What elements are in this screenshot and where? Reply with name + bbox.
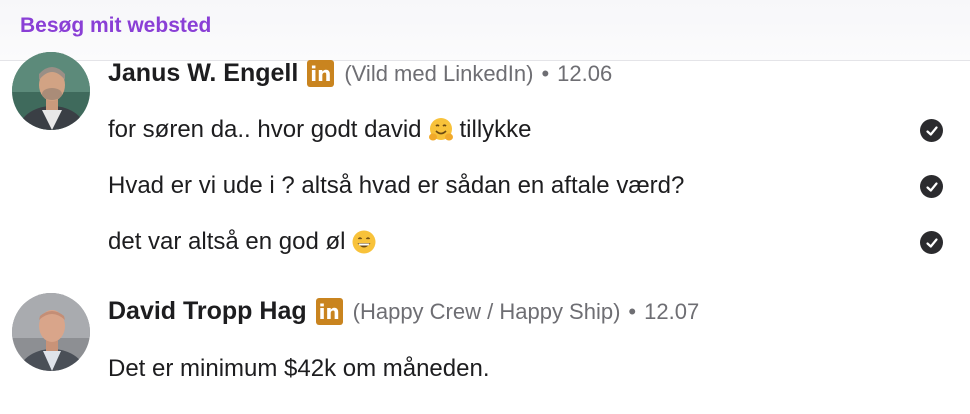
linkedin-icon[interactable]: in [307, 60, 335, 87]
message-text: Det er minimum $42k om måneden. [108, 355, 490, 382]
message-header-david: David Tropp Hag in (Happy Crew / Happy S… [108, 297, 699, 326]
avatar-janus[interactable] [12, 52, 90, 130]
sender-affiliation: (Vild med LinkedIn) [344, 60, 534, 86]
message-text-after: tillykke [459, 116, 532, 143]
sender-name[interactable]: David Tropp Hag [108, 297, 307, 326]
sender-name[interactable]: Janus W. Engell [108, 59, 298, 88]
message-line: Hvad er vi ude i ? altså hvad er sådan e… [108, 172, 684, 200]
message-line: Det er minimum $42k om måneden. [108, 355, 490, 383]
top-bar: Besøg mit websted [0, 0, 970, 61]
linkedin-icon[interactable]: in [315, 298, 343, 325]
message-text: Hvad er vi ude i ? altså hvad er sådan e… [108, 172, 685, 199]
hugging-face-emoji-icon [428, 117, 454, 143]
message-time: 12.07 [644, 298, 700, 324]
avatar-david[interactable] [12, 293, 90, 371]
grinning-face-emoji-icon [351, 229, 377, 255]
message-text: for søren da.. hvor godt david [108, 116, 422, 143]
message-time: 12.06 [557, 60, 613, 86]
separator-dot: • [541, 60, 550, 86]
message-line: det var altså en god øl [108, 228, 383, 256]
sender-affiliation: (Happy Crew / Happy Ship) [352, 298, 621, 324]
message-text: det var altså en god øl [108, 228, 346, 255]
read-check-icon [920, 231, 943, 254]
message-line: for søren da.. hvor godt david tillykke [108, 116, 532, 144]
read-check-icon [920, 119, 943, 142]
message-header-janus: Janus W. Engell in (Vild med LinkedIn) •… [108, 59, 612, 88]
separator-dot: • [628, 298, 637, 324]
read-check-icon [920, 175, 943, 198]
visit-website-link[interactable]: Besøg mit websted [20, 14, 211, 38]
